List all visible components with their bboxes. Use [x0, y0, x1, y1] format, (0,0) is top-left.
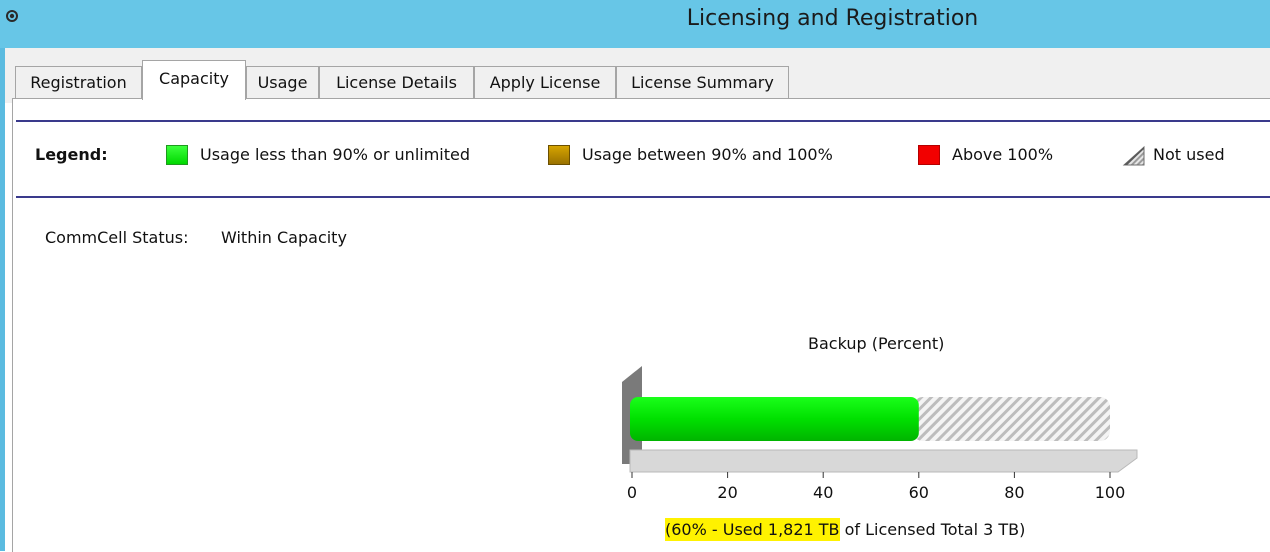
x-tick-label: 20	[717, 483, 737, 502]
x-tick-label: 40	[813, 483, 833, 502]
commcell-status-label: CommCell Status:	[45, 228, 189, 247]
bar-backup-used	[630, 397, 919, 441]
legend-item-under-90: Usage less than 90% or unlimited	[200, 145, 471, 164]
usage-summary: (60% - Used 1,821 TB of Licensed Total 3…	[665, 518, 1026, 541]
green-square-icon	[166, 145, 188, 165]
tab-license-summary[interactable]: License Summary	[616, 66, 789, 98]
title-bar: Licensing and Registration	[0, 0, 1270, 48]
legend-label: Legend:	[35, 145, 108, 164]
tab-license-details[interactable]: License Details	[319, 66, 474, 98]
bar-unused-remainder	[912, 397, 1110, 441]
legend-item-not-used: Not used	[1153, 145, 1225, 164]
usage-used-highlight: (60% - Used 1,821 TB	[665, 518, 840, 541]
legend-top-divider	[16, 120, 1270, 122]
legend-bottom-divider	[16, 196, 1270, 198]
window-frame	[0, 48, 5, 551]
tab-registration[interactable]: Registration	[15, 66, 142, 98]
legend-item-90-to-100: Usage between 90% and 100%	[582, 145, 833, 164]
red-square-icon	[918, 145, 940, 165]
hatched-square-icon	[1122, 145, 1145, 166]
x-tick-label: 60	[909, 483, 929, 502]
tab-capacity[interactable]: Capacity	[142, 60, 246, 100]
window-title: Licensing and Registration	[686, 6, 979, 31]
x-tick-label: 100	[1095, 483, 1126, 502]
commcell-status-value: Within Capacity	[221, 228, 347, 247]
tab-usage[interactable]: Usage	[246, 66, 319, 98]
axis-floor	[629, 449, 1138, 473]
tab-apply-license[interactable]: Apply License	[474, 66, 616, 98]
gold-square-icon	[548, 145, 570, 165]
x-tick-label: 80	[1004, 483, 1024, 502]
usage-licensed-total: of Licensed Total 3 TB)	[839, 520, 1026, 539]
backup-capacity-chart: 0 20 40 60 80 100	[622, 366, 1138, 502]
legend-item-above-100: Above 100%	[952, 145, 1054, 164]
chart-title: Backup (Percent)	[808, 334, 945, 353]
x-tick-label: 0	[627, 483, 637, 502]
